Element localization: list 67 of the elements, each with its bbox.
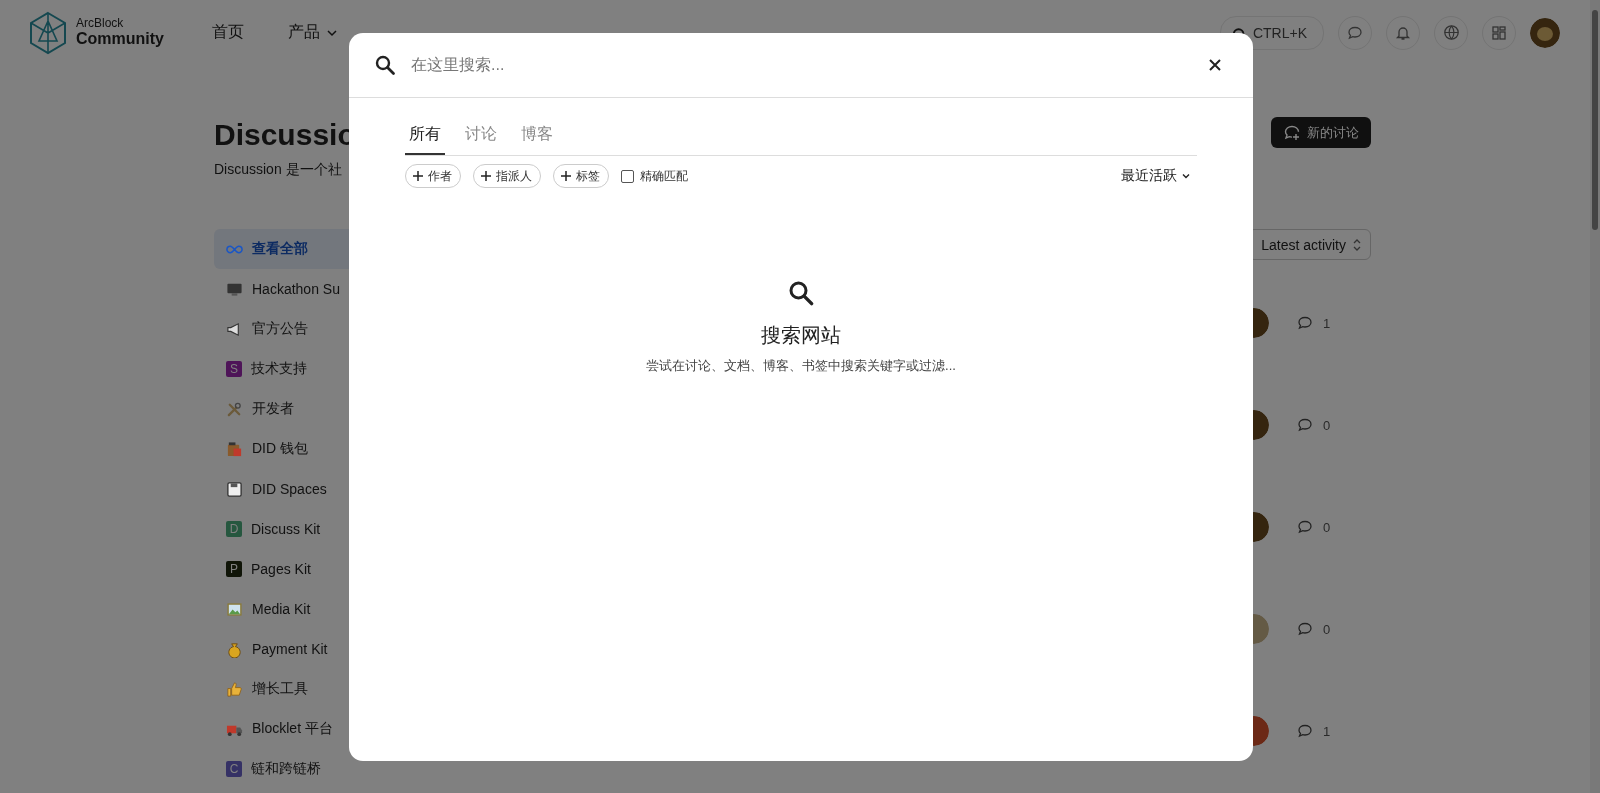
comment-icon — [1297, 723, 1313, 739]
checkbox[interactable] — [621, 169, 634, 183]
sidebar-item[interactable]: Blocklet 平台 — [214, 709, 454, 749]
letter-tile-icon: D — [226, 521, 242, 537]
plus-icon — [560, 170, 572, 182]
money-bag-icon — [226, 640, 243, 658]
nav-link[interactable]: 产品 — [288, 22, 338, 43]
notification-button[interactable] — [1386, 15, 1420, 50]
tab[interactable]: 博客 — [517, 114, 557, 155]
page-subtitle: Discussion 是一个社 — [214, 161, 343, 179]
bell-icon — [1395, 24, 1411, 41]
sidebar-item[interactable]: 开发者 — [214, 389, 454, 429]
picture-frame-icon — [226, 600, 243, 618]
chat-icon — [1347, 24, 1363, 41]
sidebar-item[interactable]: P Pages Kit — [214, 549, 454, 589]
sidebar-item[interactable]: Payment Kit — [214, 629, 454, 669]
new-discussion-button[interactable]: 新的讨论 — [1271, 117, 1371, 148]
letter-tile-icon: P — [226, 561, 242, 577]
tab[interactable]: 讨论 — [461, 114, 501, 155]
apps-button[interactable] — [1482, 15, 1516, 50]
logo-text: ArcBlock — [76, 17, 125, 31]
globe-icon — [1442, 24, 1460, 41]
scrollbar[interactable] — [1590, 0, 1600, 793]
sidebar-item[interactable]: Hackathon Su — [214, 269, 454, 309]
tools-icon — [226, 400, 243, 418]
filter-chip[interactable]: 作者 — [405, 164, 461, 188]
sidebar-item[interactable]: 增长工具 — [214, 669, 454, 709]
nav-link[interactable]: 首页 — [212, 22, 244, 43]
letter-tile-icon: C — [226, 761, 242, 777]
comment-count: 0 — [1323, 621, 1331, 637]
filter-chip[interactable]: 标签 — [553, 164, 609, 188]
search-icon — [373, 53, 397, 77]
grid-icon — [1491, 24, 1507, 41]
sidebar-item[interactable]: DID 钱包 — [214, 429, 454, 469]
sidebar-item[interactable]: Media Kit — [214, 589, 454, 629]
comment-icon — [1297, 621, 1313, 637]
logo-icon[interactable] — [28, 10, 68, 55]
checkbox-label: 精确匹配 — [640, 167, 688, 185]
sidebar-item[interactable]: 官方公告 — [214, 309, 454, 349]
plus-icon — [480, 170, 492, 182]
filter-chip[interactable]: 指派人 — [473, 164, 541, 188]
plus-icon — [412, 170, 424, 182]
sidebar-item[interactable]: DID Spaces — [214, 469, 454, 509]
chat-button[interactable] — [1338, 15, 1372, 50]
logo-text: Community — [76, 30, 164, 48]
tab[interactable]: 所有 — [405, 114, 445, 155]
wallet-icon — [226, 440, 243, 458]
sort-dropdown[interactable]: 最近活跃 — [1115, 166, 1197, 186]
avatar[interactable] — [1530, 17, 1560, 48]
letter-tile-icon: S — [226, 361, 242, 377]
chevron-down-icon — [1181, 171, 1191, 181]
comment-icon — [1297, 315, 1313, 331]
comment-icon — [1297, 519, 1313, 535]
comment-count: 1 — [1323, 315, 1331, 331]
comment-icon — [1297, 417, 1313, 433]
language-button[interactable] — [1434, 15, 1468, 50]
thumbs-up-icon — [226, 680, 243, 698]
sidebar-item[interactable]: C 链和跨链桥 — [214, 749, 454, 789]
empty-title: 搜索网站 — [761, 323, 841, 348]
search-field[interactable]: 在这里搜索... — [409, 55, 1189, 75]
comment-count: 1 — [1323, 723, 1331, 739]
sidebar-item[interactable]: S 技术支持 — [214, 349, 454, 389]
sidebar-item[interactable]: D Discuss Kit — [214, 509, 454, 549]
comment-count: 0 — [1323, 519, 1331, 535]
empty-description: 尝试在讨论、文档、博客、书签中搜索关键字或过滤... — [646, 357, 956, 375]
add-comment-icon — [1283, 123, 1301, 142]
comment-count: 0 — [1323, 417, 1331, 433]
